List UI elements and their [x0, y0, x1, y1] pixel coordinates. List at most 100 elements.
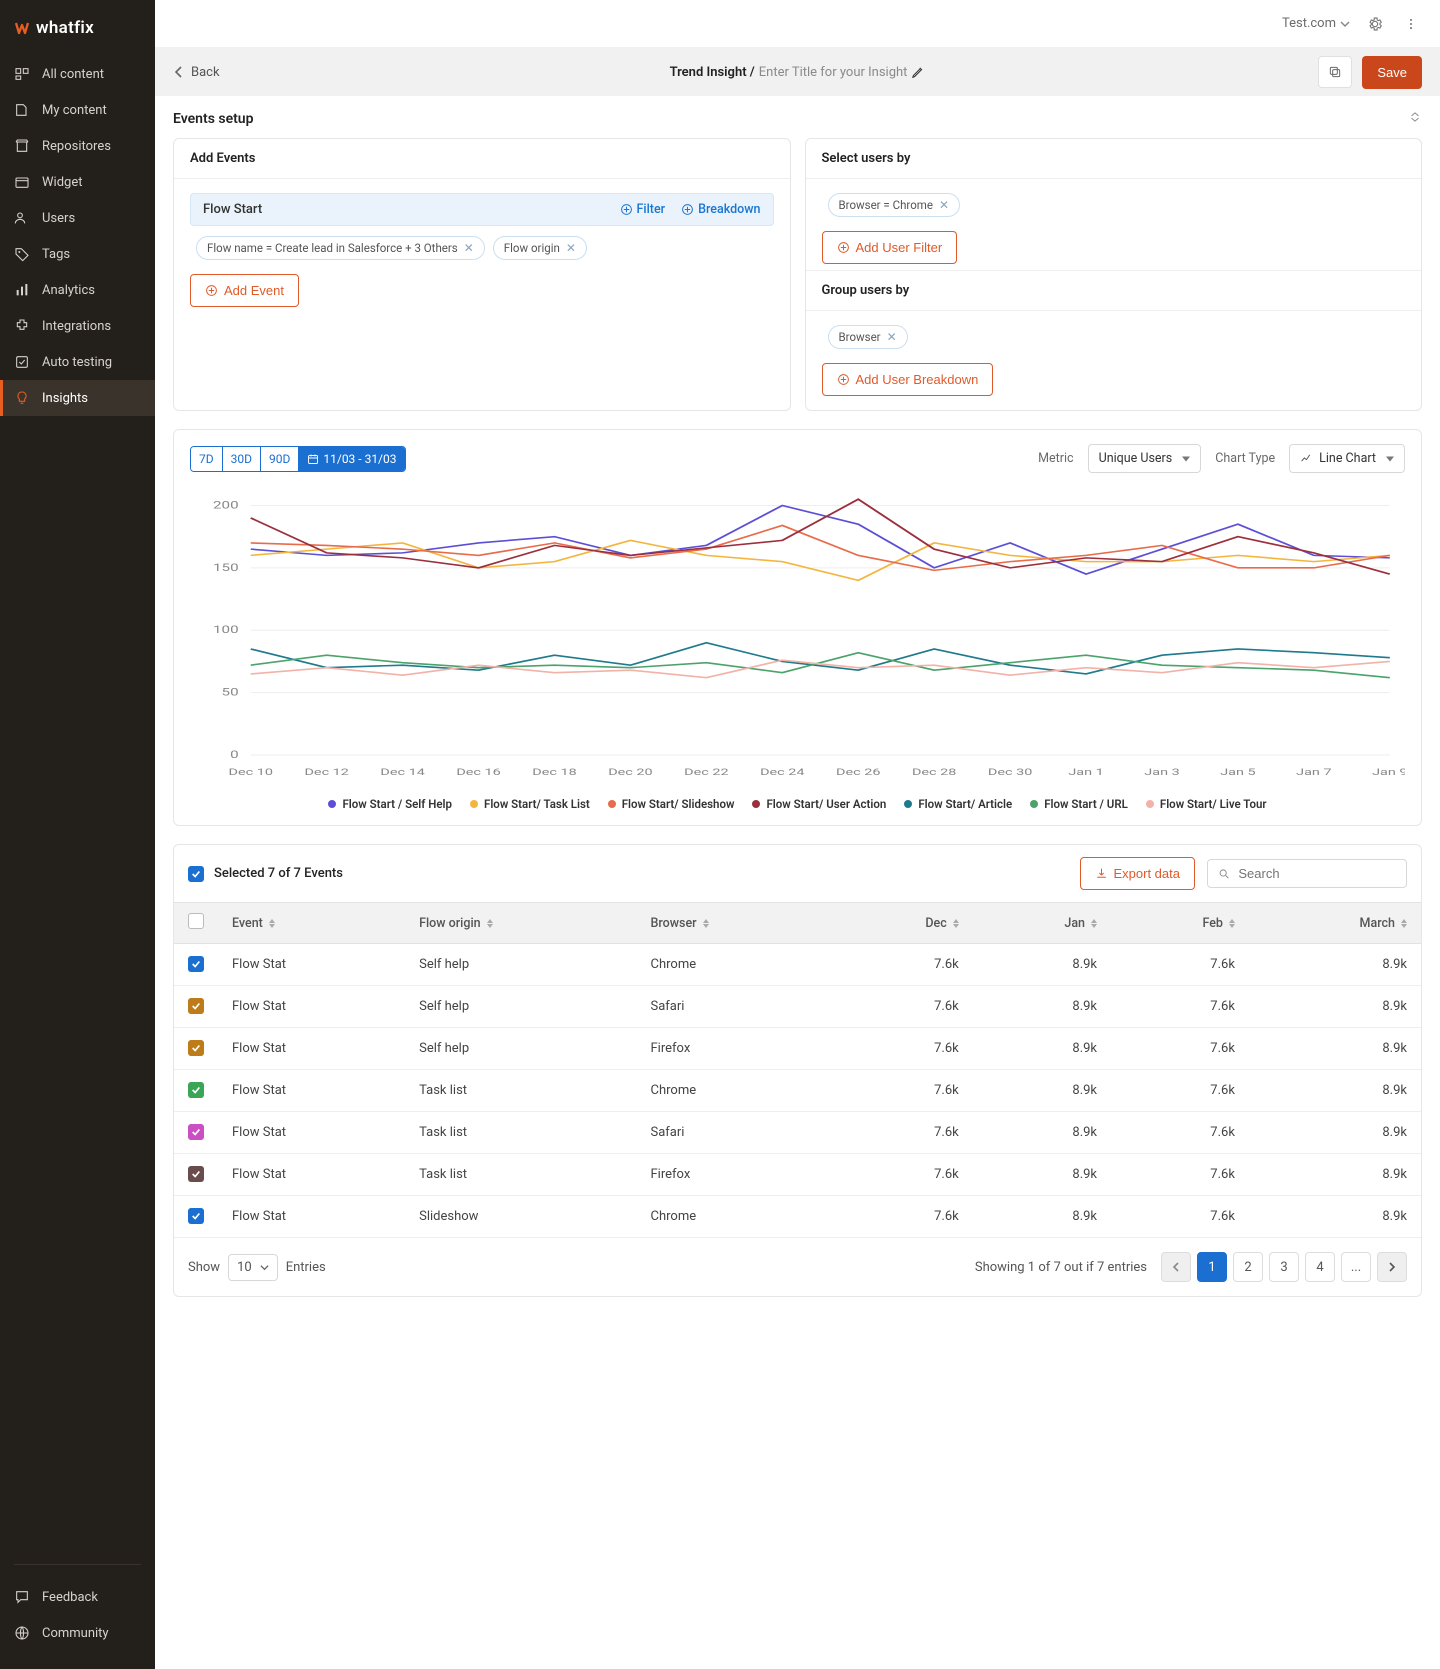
page-4[interactable]: 4 [1305, 1252, 1335, 1282]
table-row[interactable]: Flow StatTask listSafari7.6k8.9k7.6k8.9k [174, 1112, 1421, 1154]
topbar: Test.com [155, 0, 1440, 48]
row-checkbox[interactable] [188, 1166, 204, 1182]
group-users-title: Group users by [806, 270, 1422, 311]
svg-text:Dec 20: Dec 20 [608, 766, 653, 777]
table-row[interactable]: Flow StatSelf helpChrome7.6k8.9k7.6k8.9k [174, 944, 1421, 986]
row-checkbox[interactable] [188, 998, 204, 1014]
table-row[interactable]: Flow StatSelf helpFirefox7.6k8.9k7.6k8.9… [174, 1028, 1421, 1070]
close-icon[interactable]: ✕ [887, 330, 897, 344]
table-row[interactable]: Flow StatSelf helpSafari7.6k8.9k7.6k8.9k [174, 986, 1421, 1028]
filter-link[interactable]: Filter [620, 202, 666, 217]
breakdown-link[interactable]: Breakdown [681, 202, 760, 217]
legend-item[interactable]: Flow Start/ Task List [470, 797, 590, 811]
sidebar-item-insights[interactable]: Insights [0, 380, 155, 416]
all-content-icon [14, 66, 30, 82]
sidebar-item-integrations[interactable]: Integrations [0, 308, 155, 344]
legend-item[interactable]: Flow Start / URL [1030, 797, 1128, 811]
table-row[interactable]: Flow StatSlideshowChrome7.6k8.9k7.6k8.9k [174, 1196, 1421, 1238]
event-chip[interactable]: Flow name = Create lead in Salesforce + … [196, 236, 485, 260]
back-button[interactable]: Back [173, 65, 220, 80]
export-data-button[interactable]: Export data [1080, 857, 1196, 890]
row-checkbox[interactable] [188, 1124, 204, 1140]
settings-gear-icon[interactable] [1364, 13, 1386, 35]
search-input[interactable] [1238, 866, 1396, 881]
add-event-button[interactable]: Add Event [190, 274, 299, 307]
legend-item[interactable]: Flow Start/ Slideshow [608, 797, 735, 811]
collapse-icon[interactable] [1408, 110, 1422, 128]
svg-text:Jan 7: Jan 7 [1296, 766, 1332, 777]
legend-item[interactable]: Flow Start/ Live Tour [1146, 797, 1267, 811]
chevron-down-icon [1340, 19, 1350, 29]
column-header[interactable]: Jan [973, 903, 1111, 944]
group-chip[interactable]: Browser✕ [828, 325, 908, 349]
page-3[interactable]: 3 [1269, 1252, 1299, 1282]
sidebar-item-label: Repositores [42, 139, 111, 154]
user-filter-chip[interactable]: Browser = Chrome✕ [828, 193, 961, 217]
column-header[interactable]: Dec [833, 903, 973, 944]
column-header[interactable]: Flow origin [405, 903, 636, 944]
row-checkbox[interactable] [188, 956, 204, 972]
header-checkbox[interactable] [188, 913, 204, 929]
sidebar-item-all-content[interactable]: All content [0, 56, 155, 92]
row-checkbox[interactable] [188, 1040, 204, 1056]
range-90d[interactable]: 90D [261, 447, 299, 471]
close-icon[interactable]: ✕ [464, 241, 474, 255]
event-chip[interactable]: Flow origin✕ [493, 236, 587, 260]
legend-item[interactable]: Flow Start/ User Action [752, 797, 886, 811]
sidebar-item-my-content[interactable]: My content [0, 92, 155, 128]
column-header[interactable]: March [1249, 903, 1421, 944]
sidebar-item-feedback[interactable]: Feedback [0, 1579, 155, 1615]
metric-select[interactable]: Unique Users [1088, 444, 1202, 473]
plus-circle-icon [620, 203, 633, 216]
sidebar-item-label: Community [42, 1626, 109, 1641]
legend-dot-icon [752, 800, 760, 808]
sidebar-item-auto-testing[interactable]: Auto testing [0, 344, 155, 380]
sidebar-item-analytics[interactable]: Analytics [0, 272, 155, 308]
sidebar-item-users[interactable]: Users [0, 200, 155, 236]
column-header[interactable]: Event [218, 903, 405, 944]
svg-text:0: 0 [230, 749, 239, 761]
selected-count-label: Selected 7 of 7 Events [214, 866, 343, 881]
column-header[interactable]: Feb [1111, 903, 1249, 944]
page-1[interactable]: 1 [1197, 1252, 1227, 1282]
copy-button[interactable] [1318, 56, 1352, 88]
add-user-breakdown-button[interactable]: Add User Breakdown [822, 363, 994, 396]
save-button[interactable]: Save [1362, 56, 1422, 89]
search-box[interactable] [1207, 859, 1407, 888]
page-size-select[interactable]: 10 [228, 1254, 278, 1281]
insight-title[interactable]: Trend Insight / Enter Title for your Ins… [670, 65, 926, 80]
more-vertical-icon[interactable] [1400, 13, 1422, 35]
sidebar-item-label: Auto testing [42, 355, 112, 370]
svg-text:Dec 22: Dec 22 [684, 766, 729, 777]
page-2[interactable]: 2 [1233, 1252, 1263, 1282]
page-prev[interactable] [1161, 1252, 1191, 1282]
row-checkbox[interactable] [188, 1082, 204, 1098]
legend-item[interactable]: Flow Start / Self Help [328, 797, 452, 811]
chart-type-select[interactable]: Line Chart [1289, 444, 1405, 473]
range-custom[interactable]: 11/03 - 31/03 [299, 447, 404, 471]
brand-icon [14, 19, 32, 37]
plus-circle-icon [837, 373, 850, 386]
sidebar-item-repositories[interactable]: Repositores [0, 128, 155, 164]
close-icon[interactable]: ✕ [566, 241, 576, 255]
range-7d[interactable]: 7D [191, 447, 223, 471]
sidebar-item-widget[interactable]: Widget [0, 164, 155, 200]
select-all-checkbox[interactable] [188, 866, 204, 882]
range-30d[interactable]: 30D [223, 447, 261, 471]
table-row[interactable]: Flow StatTask listFirefox7.6k8.9k7.6k8.9… [174, 1154, 1421, 1196]
page-...[interactable]: ... [1341, 1252, 1371, 1282]
edit-pencil-icon[interactable] [911, 65, 925, 79]
table-row[interactable]: Flow StatTask listChrome7.6k8.9k7.6k8.9k [174, 1070, 1421, 1112]
legend-item[interactable]: Flow Start/ Article [904, 797, 1012, 811]
page-next[interactable] [1377, 1252, 1407, 1282]
sidebar-item-label: Integrations [42, 319, 111, 334]
column-header[interactable]: Browser [637, 903, 833, 944]
sidebar-item-tags[interactable]: Tags [0, 236, 155, 272]
sidebar-item-community[interactable]: Community [0, 1615, 155, 1651]
row-checkbox[interactable] [188, 1208, 204, 1224]
domain-selector[interactable]: Test.com [1282, 16, 1350, 31]
metric-label: Metric [1038, 451, 1073, 466]
add-user-filter-button[interactable]: Add User Filter [822, 231, 958, 264]
close-icon[interactable]: ✕ [939, 198, 949, 212]
brand-logo: whatfix [0, 12, 155, 56]
